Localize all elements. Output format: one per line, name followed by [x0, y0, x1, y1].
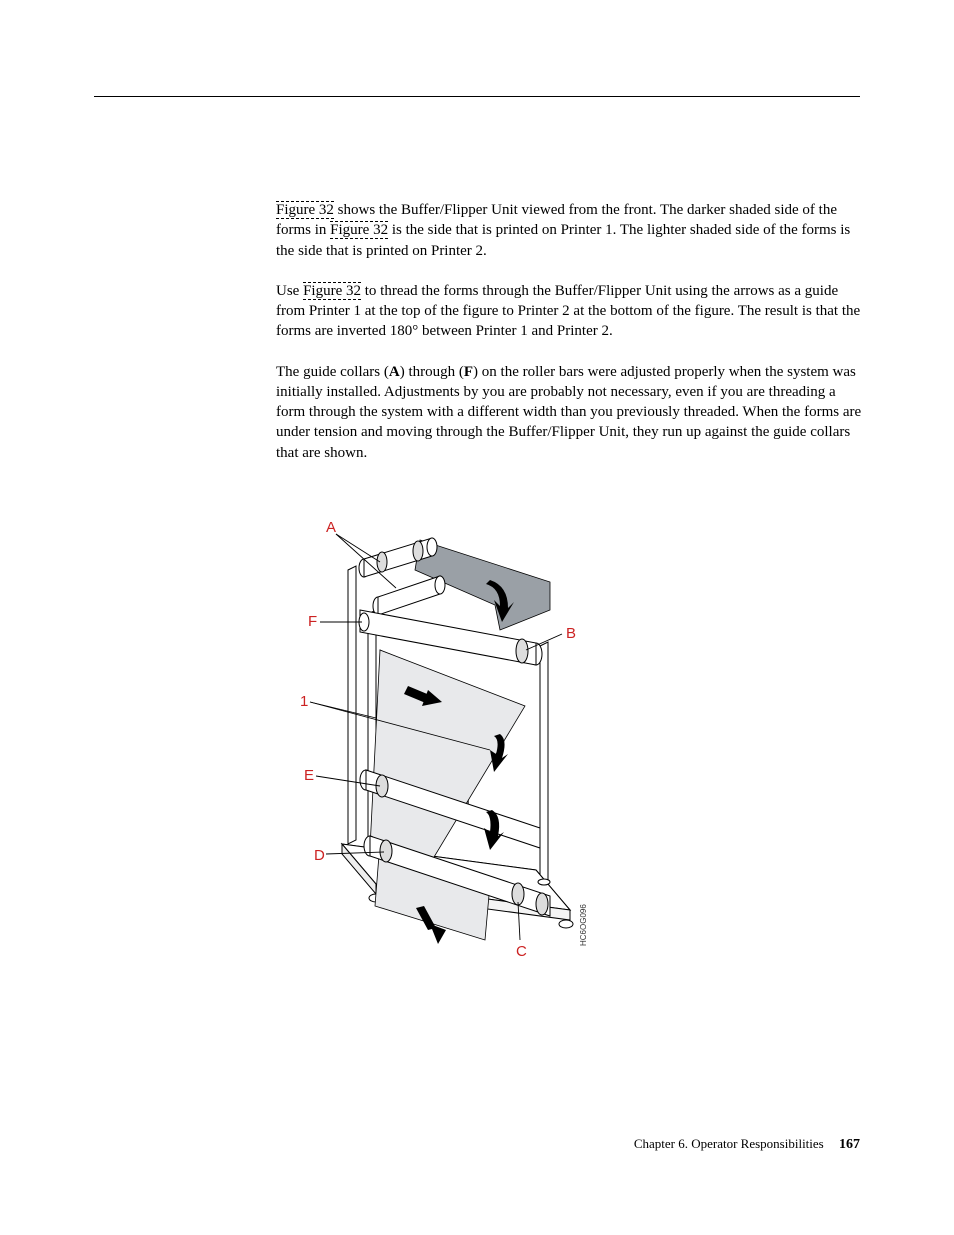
- figure-32-link-b[interactable]: Figure 32: [330, 221, 388, 239]
- callout-F: F: [308, 613, 317, 630]
- footer-chapter: Chapter 6. Operator Responsibilities: [634, 1136, 824, 1151]
- paragraph-2: Use Figure 32 to thread the forms throug…: [276, 281, 864, 342]
- figure-32: A B C D E F 1 HC6OG096: [276, 510, 864, 960]
- buffer-flipper-diagram: A B C D E F 1 HC6OG096: [290, 510, 600, 960]
- header-rule: [94, 96, 860, 97]
- callout-D: D: [314, 847, 325, 864]
- figure-32-link-c[interactable]: Figure 32: [303, 282, 361, 300]
- p3-t0: The guide collars (: [276, 364, 389, 380]
- figure-code: HC6OG096: [579, 904, 588, 946]
- callout-B: B: [566, 625, 576, 642]
- callout-1: 1: [300, 693, 308, 710]
- paragraph-1: Figure 32 shows the Buffer/Flipper Unit …: [276, 200, 864, 261]
- label-F-bold: F: [464, 364, 473, 380]
- p2-t0: Use: [276, 283, 303, 299]
- callout-E: E: [304, 767, 314, 784]
- paragraph-3: The guide collars (A) through (F) on the…: [276, 362, 864, 463]
- callout-A: A: [326, 519, 336, 536]
- footer-page-number: 167: [839, 1137, 860, 1152]
- figure-32-link[interactable]: Figure 32: [276, 201, 334, 219]
- body-text-column: Figure 32 shows the Buffer/Flipper Unit …: [276, 200, 864, 463]
- p2-t1: to thread the forms through the Buffer/F…: [276, 283, 860, 340]
- label-A-bold: A: [389, 364, 400, 380]
- callout-C: C: [516, 943, 527, 960]
- page-footer: Chapter 6. Operator Responsibilities 167: [634, 1135, 860, 1155]
- p3-t1: ) through (: [400, 364, 464, 380]
